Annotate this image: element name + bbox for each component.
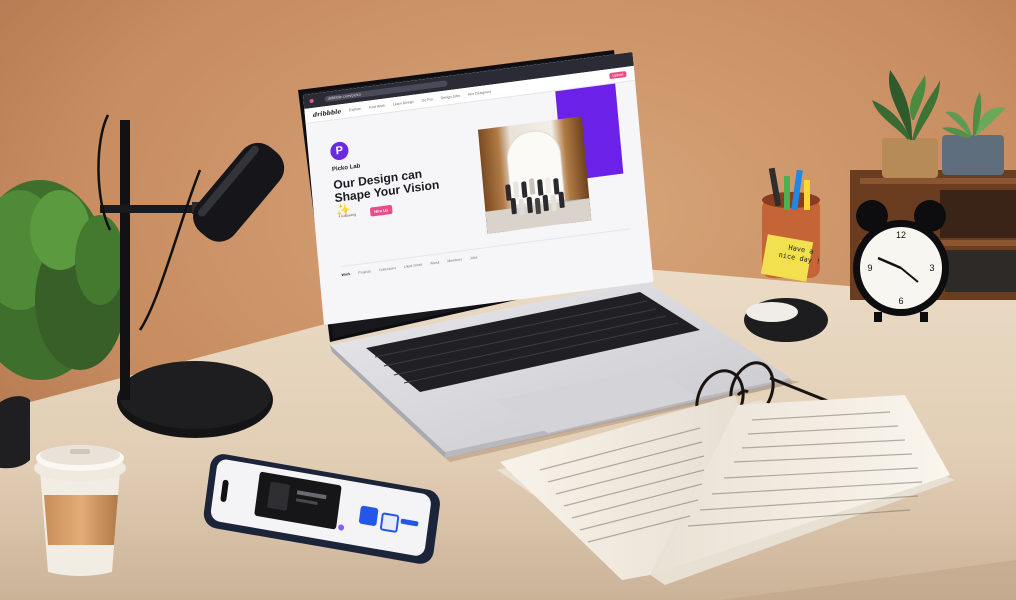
tab-members[interactable]: Members <box>447 257 462 263</box>
svg-text:3: 3 <box>929 263 934 273</box>
coffee-cup <box>34 445 126 576</box>
laptop-screen: dribbble.com/picko dribbble Explore Find… <box>303 51 654 325</box>
tab-jobs[interactable]: Jobs <box>470 255 478 260</box>
profile-tabs: Work Projects Collections Liked Shots Ab… <box>341 255 477 277</box>
window-dot[interactable] <box>309 98 314 104</box>
tab-projects[interactable]: Projects <box>358 269 371 275</box>
hire-button[interactable]: Hire Us <box>369 204 393 217</box>
divider <box>340 228 631 268</box>
tab-about[interactable]: About <box>430 260 440 265</box>
nav-link[interactable]: Design Jobs <box>441 94 461 101</box>
nav-link[interactable]: Explore <box>349 107 361 113</box>
follow-button[interactable]: + Following <box>338 213 356 219</box>
svg-text:12: 12 <box>896 230 906 240</box>
svg-text:9: 9 <box>867 263 872 273</box>
hero-headline: Our Design can Shape Your Vision ✨ <box>332 166 440 219</box>
tab-work[interactable]: Work <box>341 272 350 277</box>
upload-button[interactable]: Upload <box>609 70 627 80</box>
tab-liked-shots[interactable]: Liked Shots <box>404 263 423 269</box>
desk-scene: 12 3 6 9 dribbble.com/picko dribbble Explo… <box>0 0 1016 600</box>
phone-avatar[interactable] <box>337 524 345 532</box>
phone-dynamic-island <box>220 479 229 503</box>
phone-app-icon[interactable] <box>358 505 379 527</box>
studio-name: Picko Lab <box>331 163 361 174</box>
svg-text:6: 6 <box>898 296 903 306</box>
nav-link[interactable]: Go Pro <box>421 97 432 102</box>
phone-button[interactable] <box>400 518 419 527</box>
nav-link[interactable]: Learn Design <box>393 100 414 107</box>
phone-app-icon[interactable] <box>379 512 400 534</box>
tab-collections[interactable]: Collections <box>379 266 396 272</box>
nav-link[interactable]: Find Work <box>369 104 385 110</box>
phone-shot-card[interactable] <box>254 471 342 530</box>
studio-logo: P <box>329 140 350 162</box>
computer-mouse <box>744 298 828 342</box>
nav-link[interactable]: Hire Designers <box>468 90 491 97</box>
team-photo <box>477 116 592 234</box>
site-logo[interactable]: dribbble <box>313 108 342 119</box>
